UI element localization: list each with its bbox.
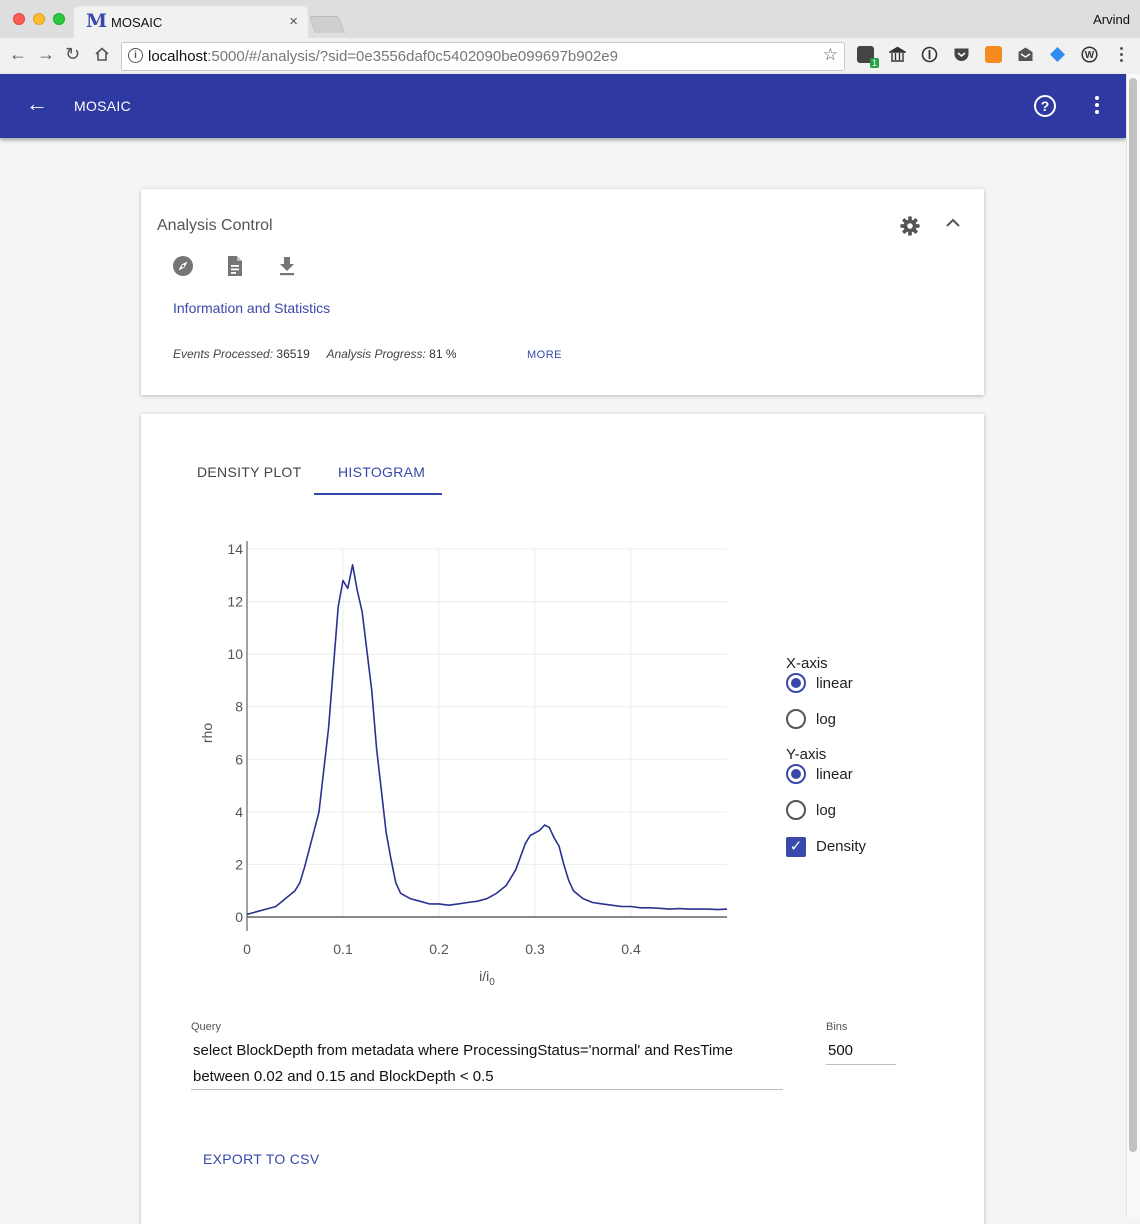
x-tick-label: 0 (243, 941, 251, 957)
minimize-window-button[interactable] (33, 13, 45, 25)
y-tick-label: 0 (235, 909, 243, 925)
y-axis-log-radio[interactable] (786, 800, 806, 820)
app-title: MOSAIC (74, 98, 132, 114)
help-icon[interactable]: ? (1034, 95, 1056, 117)
density-label: Density (816, 838, 867, 855)
y-axis-label: rho (199, 723, 215, 743)
more-button[interactable]: MORE (527, 349, 562, 361)
x-tick-label: 0.1 (333, 941, 353, 957)
extension-badge: 1 (869, 58, 879, 68)
analysis-control-card: Analysis Control Information and Statist… (141, 189, 984, 395)
bins-input[interactable]: 500 (828, 1042, 853, 1059)
histogram-chart[interactable]: 024681012140 0.1 0.2 0.3 0.4i/i0rho (191, 529, 751, 999)
analysis-stats: Events Processed: 36519 Analysis Progres… (173, 347, 457, 361)
query-input[interactable]: select BlockDepth from metadata where Pr… (193, 1038, 783, 1090)
export-to-csv-button[interactable]: EXPORT TO CSV (203, 1151, 319, 1167)
y-tick-label: 10 (227, 646, 243, 662)
x-axis-log-radio[interactable] (786, 709, 806, 729)
x-axis-label-main: i/i (479, 968, 489, 984)
analysis-progress-label: Analysis Progress: (326, 347, 426, 361)
y-axis-linear-label: linear (816, 766, 853, 783)
more-vert-icon[interactable] (1095, 96, 1099, 117)
analysis-progress-value: 81 % (429, 347, 457, 361)
reload-icon[interactable]: ↻ (65, 45, 80, 63)
scrollbar-thumb[interactable] (1129, 78, 1137, 1152)
y-tick-label: 14 (227, 541, 243, 557)
back-arrow-icon[interactable]: ← (9, 45, 27, 63)
svg-text:W: W (1085, 50, 1095, 61)
x-axis-linear-radio[interactable] (786, 673, 806, 693)
new-tab-button[interactable] (308, 16, 346, 33)
x-tick-label: 0.4 (621, 941, 641, 957)
events-processed-label: Events Processed: (173, 347, 274, 361)
tab-histogram[interactable]: HISTOGRAM (338, 464, 425, 480)
browser-menu-icon[interactable] (1120, 47, 1123, 62)
y-tick-label: 6 (235, 751, 243, 767)
site-info-icon[interactable]: i (128, 48, 143, 63)
active-tab-indicator (314, 493, 442, 495)
browser-tab-mosaic[interactable]: M MOSAIC × (74, 6, 308, 38)
bank-icon[interactable] (889, 46, 906, 63)
maximize-window-button[interactable] (53, 13, 65, 25)
pocket-icon[interactable] (953, 46, 970, 63)
y-tick-label: 8 (235, 699, 243, 715)
analysis-control-title: Analysis Control (157, 217, 273, 234)
density-checkbox[interactable]: ✓ (786, 837, 806, 857)
y-axis-log-label: log (816, 802, 837, 819)
download-icon[interactable] (275, 254, 299, 278)
chart-extension-icon[interactable] (985, 46, 1002, 63)
histogram-series-line (246, 563, 728, 916)
url-text: localhost:5000/#/analysis/?sid=0e3556daf… (148, 48, 618, 65)
mosaic-logo-icon: M (86, 10, 108, 32)
x-axis-linear-label: linear (816, 675, 853, 692)
x-tick-label: 0.2 (429, 941, 449, 957)
bins-underline (826, 1064, 896, 1065)
info-circle-icon[interactable] (921, 46, 938, 63)
browser-tab-title: MOSAIC (111, 15, 163, 30)
address-bar[interactable]: i localhost:5000/#/analysis/?sid=0e3556d… (121, 42, 845, 71)
tab-close-icon[interactable]: × (289, 13, 298, 30)
forward-arrow-icon[interactable]: → (37, 45, 55, 63)
document-icon[interactable] (223, 254, 247, 278)
extension-dark-icon[interactable]: 1 (857, 46, 879, 68)
collapse-chevron-up-icon[interactable] (945, 217, 961, 229)
plot-card: DENSITY PLOT HISTOGRAM 0 2 4 6 8 10 12 14 0 0.1 0.… (141, 414, 984, 1224)
bookmark-star-icon[interactable]: ☆ (823, 45, 838, 65)
tab-density-plot[interactable]: DENSITY PLOT (197, 464, 301, 480)
settings-gear-icon[interactable] (899, 215, 921, 237)
compass-icon[interactable] (171, 254, 195, 278)
x-tick-label: 0.3 (525, 941, 545, 957)
x-axis-label-subscript: 0 (489, 977, 495, 988)
wordpress-icon[interactable]: W (1081, 46, 1098, 63)
browser-chrome: M MOSAIC × Arvind ← → ↻ i localhost:5000… (0, 0, 1140, 74)
query-label: Query (191, 1021, 221, 1033)
profile-name[interactable]: Arvind (1093, 12, 1130, 27)
home-icon[interactable] (94, 46, 110, 62)
x-axis-heading: X-axis (786, 655, 828, 672)
y-axis-linear-radio[interactable] (786, 764, 806, 784)
diamond-icon[interactable] (1049, 46, 1066, 63)
x-axis-log-label: log (816, 711, 837, 728)
information-and-statistics-link[interactable]: Information and Statistics (173, 300, 330, 316)
y-tick-label: 12 (227, 594, 243, 610)
query-underline (191, 1089, 783, 1090)
y-tick-label: 4 (235, 804, 243, 820)
events-processed-value: 36519 (276, 347, 310, 361)
back-arrow-icon[interactable]: ← (26, 93, 48, 115)
app-bar: ← MOSAIC ? (0, 74, 1126, 138)
y-axis-heading: Y-axis (786, 746, 827, 763)
mail-check-icon[interactable] (1017, 46, 1034, 63)
close-window-button[interactable] (13, 13, 25, 25)
x-axis-label: i/i0 (479, 968, 495, 988)
bins-label: Bins (826, 1021, 848, 1033)
y-tick-label: 2 (235, 856, 243, 872)
